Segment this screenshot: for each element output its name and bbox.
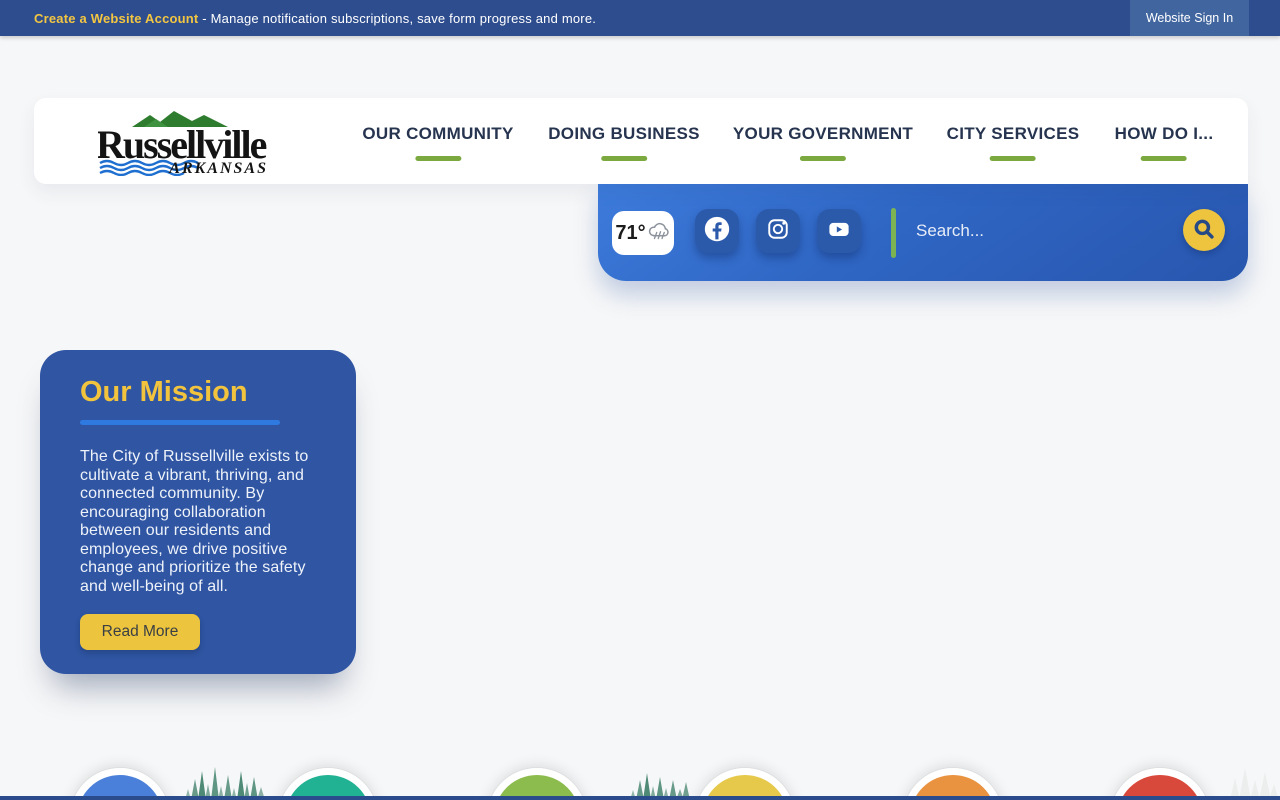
create-account-link[interactable]: Create a Website Account xyxy=(34,11,198,26)
nav-our-community[interactable]: OUR COMMUNITY xyxy=(362,124,513,161)
mission-title: Our Mission xyxy=(80,376,248,408)
mission-body-text: The City of Russellville exists to culti… xyxy=(80,448,309,595)
facebook-button[interactable] xyxy=(695,209,739,253)
footer-top-strip xyxy=(0,796,1280,800)
mission-card: Our Mission The City of Russellville exi… xyxy=(40,350,356,674)
nav-underline xyxy=(1141,156,1187,161)
nav-label: DOING BUSINESS xyxy=(548,124,700,143)
city-logo[interactable]: Russellville ARKANSAS xyxy=(96,110,270,177)
pine-trees-icon xyxy=(182,762,270,800)
top-utility-bar: Create a Website Account - Manage notifi… xyxy=(0,0,1280,36)
weather-widget[interactable]: 71° xyxy=(612,211,674,255)
page: Create a Website Account - Manage notifi… xyxy=(0,0,1280,800)
search-divider xyxy=(891,208,896,258)
nav-underline xyxy=(414,156,461,161)
nav-underline xyxy=(989,156,1036,161)
youtube-button[interactable] xyxy=(817,209,861,253)
nav-label: CITY SERVICES xyxy=(946,124,1080,143)
nav-underline xyxy=(601,156,647,161)
rain-cloud-icon xyxy=(647,220,671,247)
temperature-value: 71° xyxy=(615,221,646,244)
instagram-button[interactable] xyxy=(756,209,800,253)
nav-how-do-i[interactable]: HOW DO I... xyxy=(1115,124,1214,161)
nav-doing-business[interactable]: DOING BUSINESS xyxy=(548,124,700,161)
site-header: Russellville ARKANSAS OUR COMMUNITY DOIN… xyxy=(34,98,1248,184)
nav-label: HOW DO I... xyxy=(1114,124,1214,143)
youtube-icon xyxy=(825,215,853,248)
instagram-icon xyxy=(764,215,792,248)
nav-underline xyxy=(800,156,846,161)
nav-label: OUR COMMUNITY xyxy=(362,124,514,143)
nav-city-services[interactable]: CITY SERVICES xyxy=(947,124,1080,161)
logo-state-text: ARKANSAS xyxy=(168,160,268,176)
facebook-icon xyxy=(702,214,732,249)
account-message: Create a Website Account - Manage notifi… xyxy=(34,11,596,26)
nav-your-government[interactable]: YOUR GOVERNMENT xyxy=(733,124,913,161)
website-signin-button[interactable]: Website Sign In xyxy=(1130,0,1249,36)
pine-trees-faint-icon xyxy=(1228,764,1280,800)
mission-title-underline xyxy=(80,420,280,425)
magnifier-icon xyxy=(1191,216,1217,245)
utility-search-bar: 71° xyxy=(598,184,1248,281)
search-button[interactable] xyxy=(1183,209,1225,251)
account-message-text: - Manage notification subscriptions, sav… xyxy=(202,10,597,26)
read-more-button[interactable]: Read More xyxy=(80,614,200,650)
nav-label: YOUR GOVERNMENT xyxy=(732,124,914,143)
search-input[interactable] xyxy=(916,212,1166,250)
